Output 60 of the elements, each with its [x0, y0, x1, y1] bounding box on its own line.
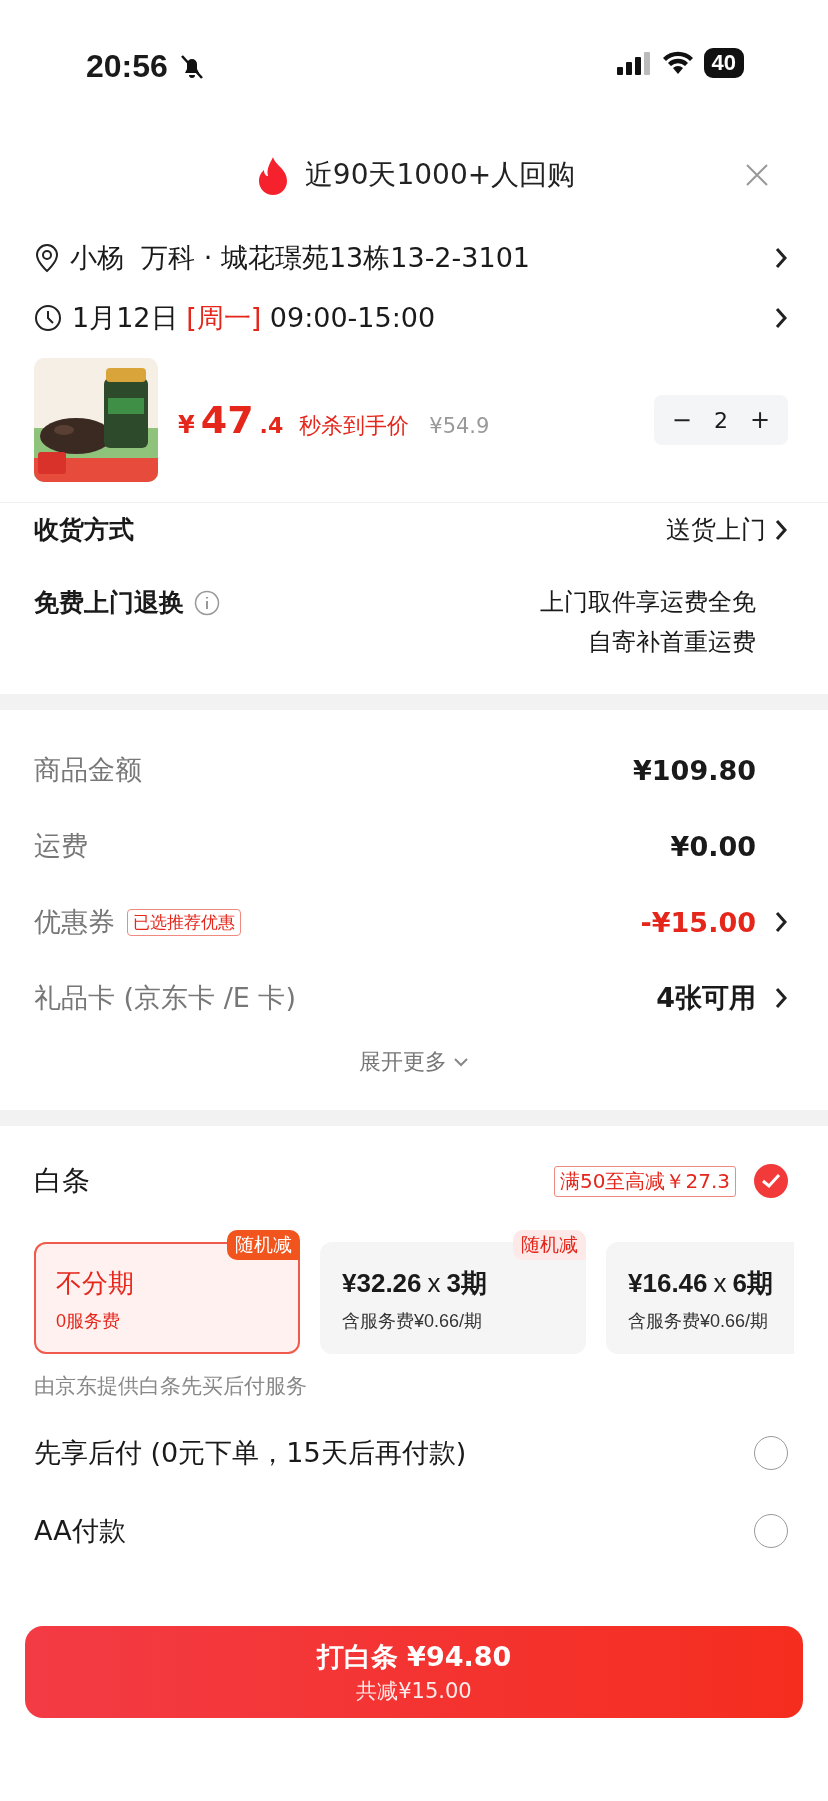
chevron-icon[interactable]	[774, 986, 788, 1010]
option-subtitle: 含服务费¥0.66/期	[628, 1310, 770, 1333]
amount-value: ¥109.80	[633, 754, 756, 786]
amount-label: 优惠券	[34, 905, 115, 939]
returns-description: 自寄补首重运费	[588, 627, 756, 658]
radio-button[interactable]	[754, 1514, 788, 1548]
price-label: 秒杀到手价	[299, 412, 410, 440]
delivery-window: 09:00-15:00	[261, 302, 436, 333]
status-time: 20:56	[86, 48, 168, 85]
service-note: 由京东提供白条先买后付服务	[33, 1373, 308, 1400]
installment-option[interactable]: ¥16.46 x 6期 含服务费¥0.66/期	[606, 1242, 794, 1354]
shipping-label: 收货方式	[34, 514, 134, 546]
amount-label: 礼品卡 (京东卡 /E 卡)	[34, 981, 296, 1015]
increase-button[interactable]: +	[749, 406, 770, 434]
info-icon[interactable]	[194, 589, 220, 616]
promo-tag: 满50至高减￥27.3	[554, 1165, 736, 1197]
original-price: ¥54.9	[429, 414, 490, 438]
payment-option[interactable]: AA付款	[34, 1513, 754, 1549]
option-title: ¥16.46 x 6期	[628, 1267, 774, 1300]
amount-label: 运费	[34, 829, 88, 863]
discount-badge: 随机减	[227, 1230, 300, 1260]
delivery-address[interactable]: 小杨 万科 · 城花璟苑13栋13-2-3101	[70, 240, 764, 276]
signal-icon	[615, 51, 652, 75]
radio-button[interactable]	[754, 1436, 788, 1470]
chevron-icon	[774, 517, 788, 542]
amount-label: 商品金额	[34, 753, 142, 787]
amount-value: 4张可用	[656, 981, 756, 1015]
checkmark-icon	[761, 1173, 781, 1189]
wifi-icon	[661, 51, 694, 75]
amount-value: -¥15.00	[640, 906, 756, 938]
chevron-icon[interactable]	[774, 910, 788, 934]
option-title: ¥32.26 x 3期	[342, 1267, 488, 1300]
currency-sign: ¥	[178, 411, 195, 439]
returns-label: 免费上门退换	[34, 587, 184, 619]
shipping-value[interactable]: 送货上门	[666, 513, 766, 546]
pay-button[interactable]: 打白条 ¥94.80 共减¥15.00	[25, 1626, 803, 1718]
option-subtitle: 含服务费¥0.66/期	[342, 1310, 484, 1333]
battery-level: 40	[703, 48, 744, 78]
coupon-tag: 已选推荐优惠	[127, 908, 241, 936]
chevron-icon	[774, 306, 788, 330]
discount-badge: 随机减	[513, 1230, 586, 1260]
option-subtitle: 0服务费	[56, 1310, 121, 1333]
price-decimal: .4	[259, 413, 284, 438]
returns-description: 上门取件享运费全免	[540, 587, 756, 618]
payment-option[interactable]: 先享后付 (0元下单，15天后再付款)	[34, 1435, 754, 1471]
price-integer: 47	[200, 398, 254, 442]
checkbox[interactable]	[754, 1164, 788, 1198]
decrease-button[interactable]: −	[671, 406, 692, 434]
chevron-down-icon	[453, 1057, 469, 1067]
quantity-value: 2	[713, 407, 728, 433]
expand-more-button[interactable]: 展开更多	[353, 1046, 475, 1078]
repurchase-title: 近90天1000+人回购	[304, 157, 576, 193]
delivery-weekday: [周一]	[186, 302, 262, 333]
option-title: 不分期	[56, 1267, 135, 1300]
amount-value: ¥0.00	[670, 830, 756, 862]
chevron-icon	[774, 246, 788, 270]
delivery-date[interactable]: 1月12日	[72, 302, 187, 333]
baitiao-title: 白条	[34, 1163, 91, 1199]
location-pin-icon	[34, 243, 60, 273]
clock-icon	[34, 304, 62, 332]
